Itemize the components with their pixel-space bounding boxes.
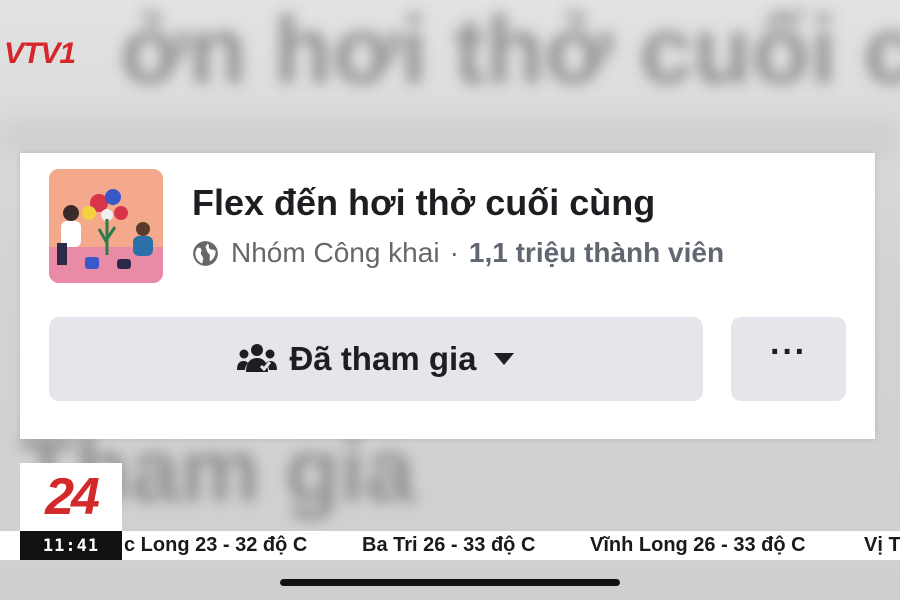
background-blurred-text-top: ởn hơi thở cuối c xyxy=(120,0,900,104)
joined-button-label: Đã tham gia xyxy=(289,340,477,377)
more-options-button[interactable]: ··· xyxy=(731,317,846,401)
home-indicator[interactable] xyxy=(280,579,620,586)
more-dots-icon: ··· xyxy=(770,333,807,371)
joined-button[interactable]: Đã tham gia xyxy=(49,317,703,401)
news-ticker: 11:41 c Long 23 - 32 độ C Ba Tri 26 - 33… xyxy=(0,531,900,560)
group-privacy: Nhóm Công khai xyxy=(231,237,440,268)
group-card: Flex đến hơi thở cuối cùng Nhóm Công kha… xyxy=(20,153,875,439)
group-avatar[interactable] xyxy=(49,169,163,283)
ticker-clock: 11:41 xyxy=(20,531,122,560)
ticker-item: c Long 23 - 32 độ C xyxy=(124,534,308,556)
globe-icon xyxy=(193,240,218,266)
ticker-item: Vĩnh Long 26 - 33 độ C xyxy=(590,534,806,556)
caret-down-icon xyxy=(493,353,514,365)
group-meta: Nhóm Công khai · 1,1 triệu thành viên xyxy=(192,237,724,269)
meta-separator: · xyxy=(449,237,459,268)
channel-logo: VTV1 xyxy=(4,37,76,70)
news-badge: 24 xyxy=(20,463,122,531)
background-blur-band xyxy=(0,118,900,158)
group-illustration-icon xyxy=(49,169,163,283)
ticker-item: Vị T xyxy=(864,534,900,556)
news-badge-label: 24 xyxy=(45,468,100,526)
ticker-item: Ba Tri 26 - 33 độ C xyxy=(362,534,536,556)
member-count: 1,1 triệu thành viên xyxy=(468,237,725,268)
people-icon xyxy=(237,344,278,372)
group-name[interactable]: Flex đến hơi thở cuối cùng xyxy=(192,182,655,224)
